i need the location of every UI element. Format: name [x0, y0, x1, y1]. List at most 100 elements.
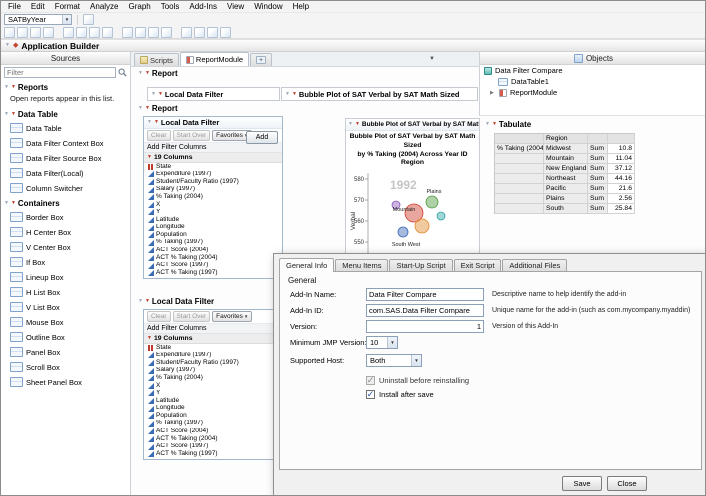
tab-additional-files[interactable]: Additional Files [502, 259, 567, 271]
add-module-tab[interactable]: + [250, 53, 272, 66]
add-button[interactable]: Add [246, 131, 278, 144]
redo-icon[interactable] [135, 27, 146, 38]
filter-column-item[interactable]: % Taking (2004) [144, 374, 282, 382]
red-triangle-icon[interactable]: ▼ [158, 92, 163, 97]
report-outline[interactable]: ▼ ▼ Report [138, 69, 178, 78]
new-journal-icon[interactable] [181, 27, 192, 38]
application-builder-icon[interactable] [194, 27, 205, 38]
chevron-down-icon[interactable]: ▼ [62, 15, 71, 24]
filter-column-item[interactable]: Salary (1997) [144, 186, 282, 194]
red-triangle-icon[interactable]: ▼ [11, 112, 16, 117]
object-row-reportmodule[interactable]: ▶ ReportModule [480, 87, 706, 98]
filter-column-item[interactable]: ACT % Taking (1997) [144, 450, 282, 458]
tab-startup-script[interactable]: Start-Up Script [389, 259, 452, 271]
red-triangle-icon[interactable]: ▼ [492, 122, 497, 127]
source-item[interactable]: H Center Box [1, 225, 130, 240]
menu-item[interactable]: File [3, 1, 26, 13]
object-row-application[interactable]: Data Filter Compare [480, 65, 706, 76]
menu-item[interactable]: Window [249, 1, 287, 13]
new-file-icon[interactable] [4, 27, 15, 38]
filter-column-item[interactable]: State [144, 163, 282, 171]
object-row-datatable[interactable]: DataTable1 [480, 76, 706, 87]
filter-column-item[interactable]: ACT Score (2004) [144, 247, 282, 255]
cut-icon[interactable] [76, 27, 87, 38]
save-button[interactable]: Save [562, 476, 602, 491]
source-item[interactable]: Panel Box [1, 345, 130, 360]
source-item[interactable]: Data Filter(Local) [1, 166, 130, 181]
disclosure-icon[interactable]: ▼ [138, 106, 143, 111]
favorites-button[interactable]: Favorites ▼ [212, 311, 252, 322]
source-item[interactable]: Lineup Box [1, 270, 130, 285]
save-icon[interactable] [30, 27, 41, 38]
filter-column-item[interactable]: Latitude [144, 216, 282, 224]
disclosure-icon[interactable]: ▼ [138, 71, 143, 76]
print-icon[interactable] [43, 27, 54, 38]
bubble-plot-outline[interactable]: ▼ ▼ Bubble Plot of SAT Verbal by SAT Mat… [346, 119, 479, 131]
disclosure-icon[interactable]: ▼ [147, 120, 152, 125]
filter-column-item[interactable]: Expenditure (1997) [144, 171, 282, 179]
disclosure-icon[interactable]: ▼ [151, 92, 156, 97]
supported-host-select[interactable]: Both ▼ [366, 354, 422, 367]
tab-general-info[interactable]: General Info [279, 258, 334, 272]
report-outline-2[interactable]: ▼ ▼ Report [138, 104, 178, 113]
menu-item[interactable]: Tools [156, 1, 185, 13]
red-triangle-icon[interactable]: ▼ [145, 299, 150, 304]
chevron-down-icon[interactable]: ▼ [429, 56, 435, 62]
red-triangle-icon[interactable]: ▼ [11, 201, 16, 206]
clear-button[interactable]: Clear [147, 311, 171, 322]
menu-item[interactable]: Add-Ins [184, 1, 222, 13]
filter-column-item[interactable]: Longitude [144, 224, 282, 232]
filter-column-item[interactable]: ACT % Taking (1997) [144, 269, 282, 277]
paste-icon[interactable] [102, 27, 113, 38]
filter-column-item[interactable]: % Taking (1997) [144, 420, 282, 428]
source-item[interactable]: If Box [1, 255, 130, 270]
filter-column-item[interactable]: ACT Score (1997) [144, 443, 282, 451]
source-item[interactable]: H List Box [1, 285, 130, 300]
red-triangle-icon[interactable]: ▼ [145, 106, 150, 111]
filter-column-item[interactable]: Population [144, 412, 282, 420]
local-data-filter-outline-2[interactable]: ▼ ▼ Local Data Filter [138, 297, 214, 306]
install-after-save-row[interactable]: ✓ Install after save [366, 390, 434, 399]
red-triangle-icon[interactable]: ▼ [11, 85, 16, 90]
min-jmp-version-select[interactable]: 10 ▼ [366, 336, 398, 349]
disclosure-icon[interactable]: ▼ [4, 201, 9, 206]
source-item[interactable]: Column Switcher [1, 181, 130, 196]
open-file-icon[interactable] [17, 27, 28, 38]
filter-column-item[interactable]: ACT % Taking (2004) [144, 254, 282, 262]
filter-column-item[interactable]: Population [144, 231, 282, 239]
start-over-button[interactable]: Start Over [173, 311, 211, 322]
uninstall-checkbox[interactable]: ✓ [366, 376, 375, 385]
red-triangle-icon[interactable]: ▼ [147, 155, 152, 160]
red-triangle-icon[interactable]: ▼ [145, 71, 150, 76]
filter-column-item[interactable]: Student/Faculty Ratio (1997) [144, 359, 282, 367]
red-triangle-icon[interactable]: ▼ [154, 120, 159, 125]
source-item[interactable]: Mouse Box [1, 315, 130, 330]
addin-name-input[interactable] [366, 288, 484, 301]
filter-column-item[interactable]: X [144, 201, 282, 209]
source-item[interactable]: Data Filter Source Box [1, 151, 130, 166]
filter-column-item[interactable]: ACT Score (2004) [144, 428, 282, 436]
clear-button[interactable]: Clear [147, 130, 171, 141]
filter-input[interactable] [4, 67, 116, 78]
filter-column-item[interactable]: Expenditure (1997) [144, 352, 282, 360]
columns-header[interactable]: ▼ 19 Columns [144, 334, 282, 344]
tab-reportmodule[interactable]: ReportModule [180, 52, 249, 66]
source-item[interactable]: Data Table [1, 121, 130, 136]
tab-menu-items[interactable]: Menu Items [335, 259, 388, 271]
filter-column-item[interactable]: Y [144, 209, 282, 217]
red-triangle-icon[interactable]: ▼ [292, 92, 297, 97]
tab-scripts[interactable]: Scripts [134, 53, 179, 66]
filter-column-item[interactable]: % Taking (2004) [144, 193, 282, 201]
install-after-save-checkbox[interactable]: ✓ [366, 390, 375, 399]
local-data-filter-panel-back[interactable]: ▼ ▼ Local Data Filter [147, 87, 280, 101]
disclosure-icon[interactable]: ▼ [285, 92, 290, 97]
section-data-table[interactable]: ▼ ▼ Data Table [1, 107, 130, 121]
print-preview-icon[interactable] [63, 27, 74, 38]
section-containers[interactable]: ▼ ▼ Containers [1, 196, 130, 210]
tabulate-outline[interactable]: ▼ ▼ Tabulate [485, 120, 637, 129]
expand-arrow-icon[interactable]: ▶ [490, 90, 496, 96]
filter-column-item[interactable]: Longitude [144, 405, 282, 413]
filter-column-item[interactable]: Latitude [144, 397, 282, 405]
source-item[interactable]: V Center Box [1, 240, 130, 255]
disclosure-icon[interactable]: ▼ [5, 43, 10, 48]
